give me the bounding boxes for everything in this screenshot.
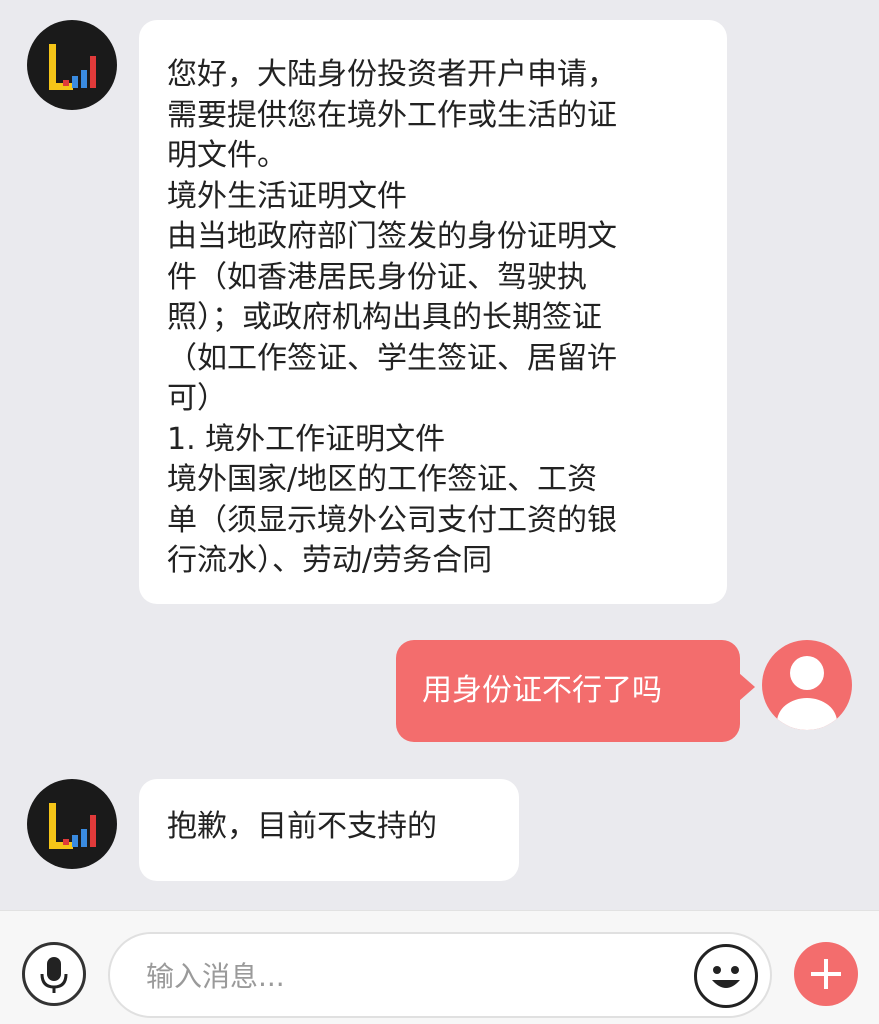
message-line: 行流水）、劳动/劳务合同 bbox=[167, 543, 493, 578]
bot-avatar[interactable] bbox=[27, 20, 117, 110]
user-avatar[interactable] bbox=[762, 640, 852, 730]
chat-area: 您好，大陆身份投资者开户申请， 需要提供您在境外工作或生活的证 明文件。 境外生… bbox=[0, 0, 879, 910]
bubble-tail bbox=[739, 673, 755, 701]
bar-chart-logo-icon bbox=[49, 44, 96, 90]
microphone-icon bbox=[40, 957, 68, 993]
emoji-button[interactable] bbox=[694, 944, 758, 1008]
more-button[interactable] bbox=[794, 942, 858, 1006]
smiley-icon bbox=[712, 966, 740, 988]
bar-chart-logo-icon bbox=[49, 803, 96, 849]
message-line: 境外国家/地区的工作签证、工资 bbox=[167, 462, 598, 497]
message-line: 明文件。 bbox=[167, 138, 287, 173]
user-message-text: 用身份证不行了吗 bbox=[422, 673, 662, 708]
message-line: （如工作签证、学生签证、居留许 bbox=[167, 340, 617, 376]
bot-avatar[interactable] bbox=[27, 779, 117, 869]
input-bar bbox=[0, 910, 879, 1024]
message-line: 件（如香港居民身份证、驾驶执 bbox=[167, 259, 587, 295]
message-line: 需要提供您在境外工作或生活的证 bbox=[167, 97, 617, 133]
message-line: 照）；或政府机构出具的长期签证 bbox=[167, 300, 602, 335]
message-line: 1. 境外工作证明文件 bbox=[167, 421, 446, 457]
message-line: 由当地政府部门签发的身份证明文 bbox=[167, 219, 617, 254]
message-input[interactable] bbox=[146, 952, 686, 1000]
voice-button[interactable] bbox=[22, 942, 86, 1006]
plus-icon bbox=[811, 959, 841, 989]
message-line: 境外生活证明文件 bbox=[167, 178, 407, 214]
bot-message-bubble: 抱歉，目前不支持的 bbox=[139, 779, 519, 881]
message-input-container[interactable] bbox=[108, 932, 772, 1018]
message-line: 抱歉，目前不支持的 bbox=[167, 809, 437, 844]
message-line: 您好，大陆身份投资者开户申请， bbox=[167, 57, 617, 92]
message-line: 单（须显示境外公司支付工资的银 bbox=[167, 502, 617, 538]
message-line: 可） bbox=[167, 381, 227, 416]
user-message-bubble: 用身份证不行了吗 bbox=[396, 640, 740, 742]
person-icon bbox=[777, 656, 837, 730]
bot-message-bubble: 您好，大陆身份投资者开户申请， 需要提供您在境外工作或生活的证 明文件。 境外生… bbox=[139, 20, 727, 604]
